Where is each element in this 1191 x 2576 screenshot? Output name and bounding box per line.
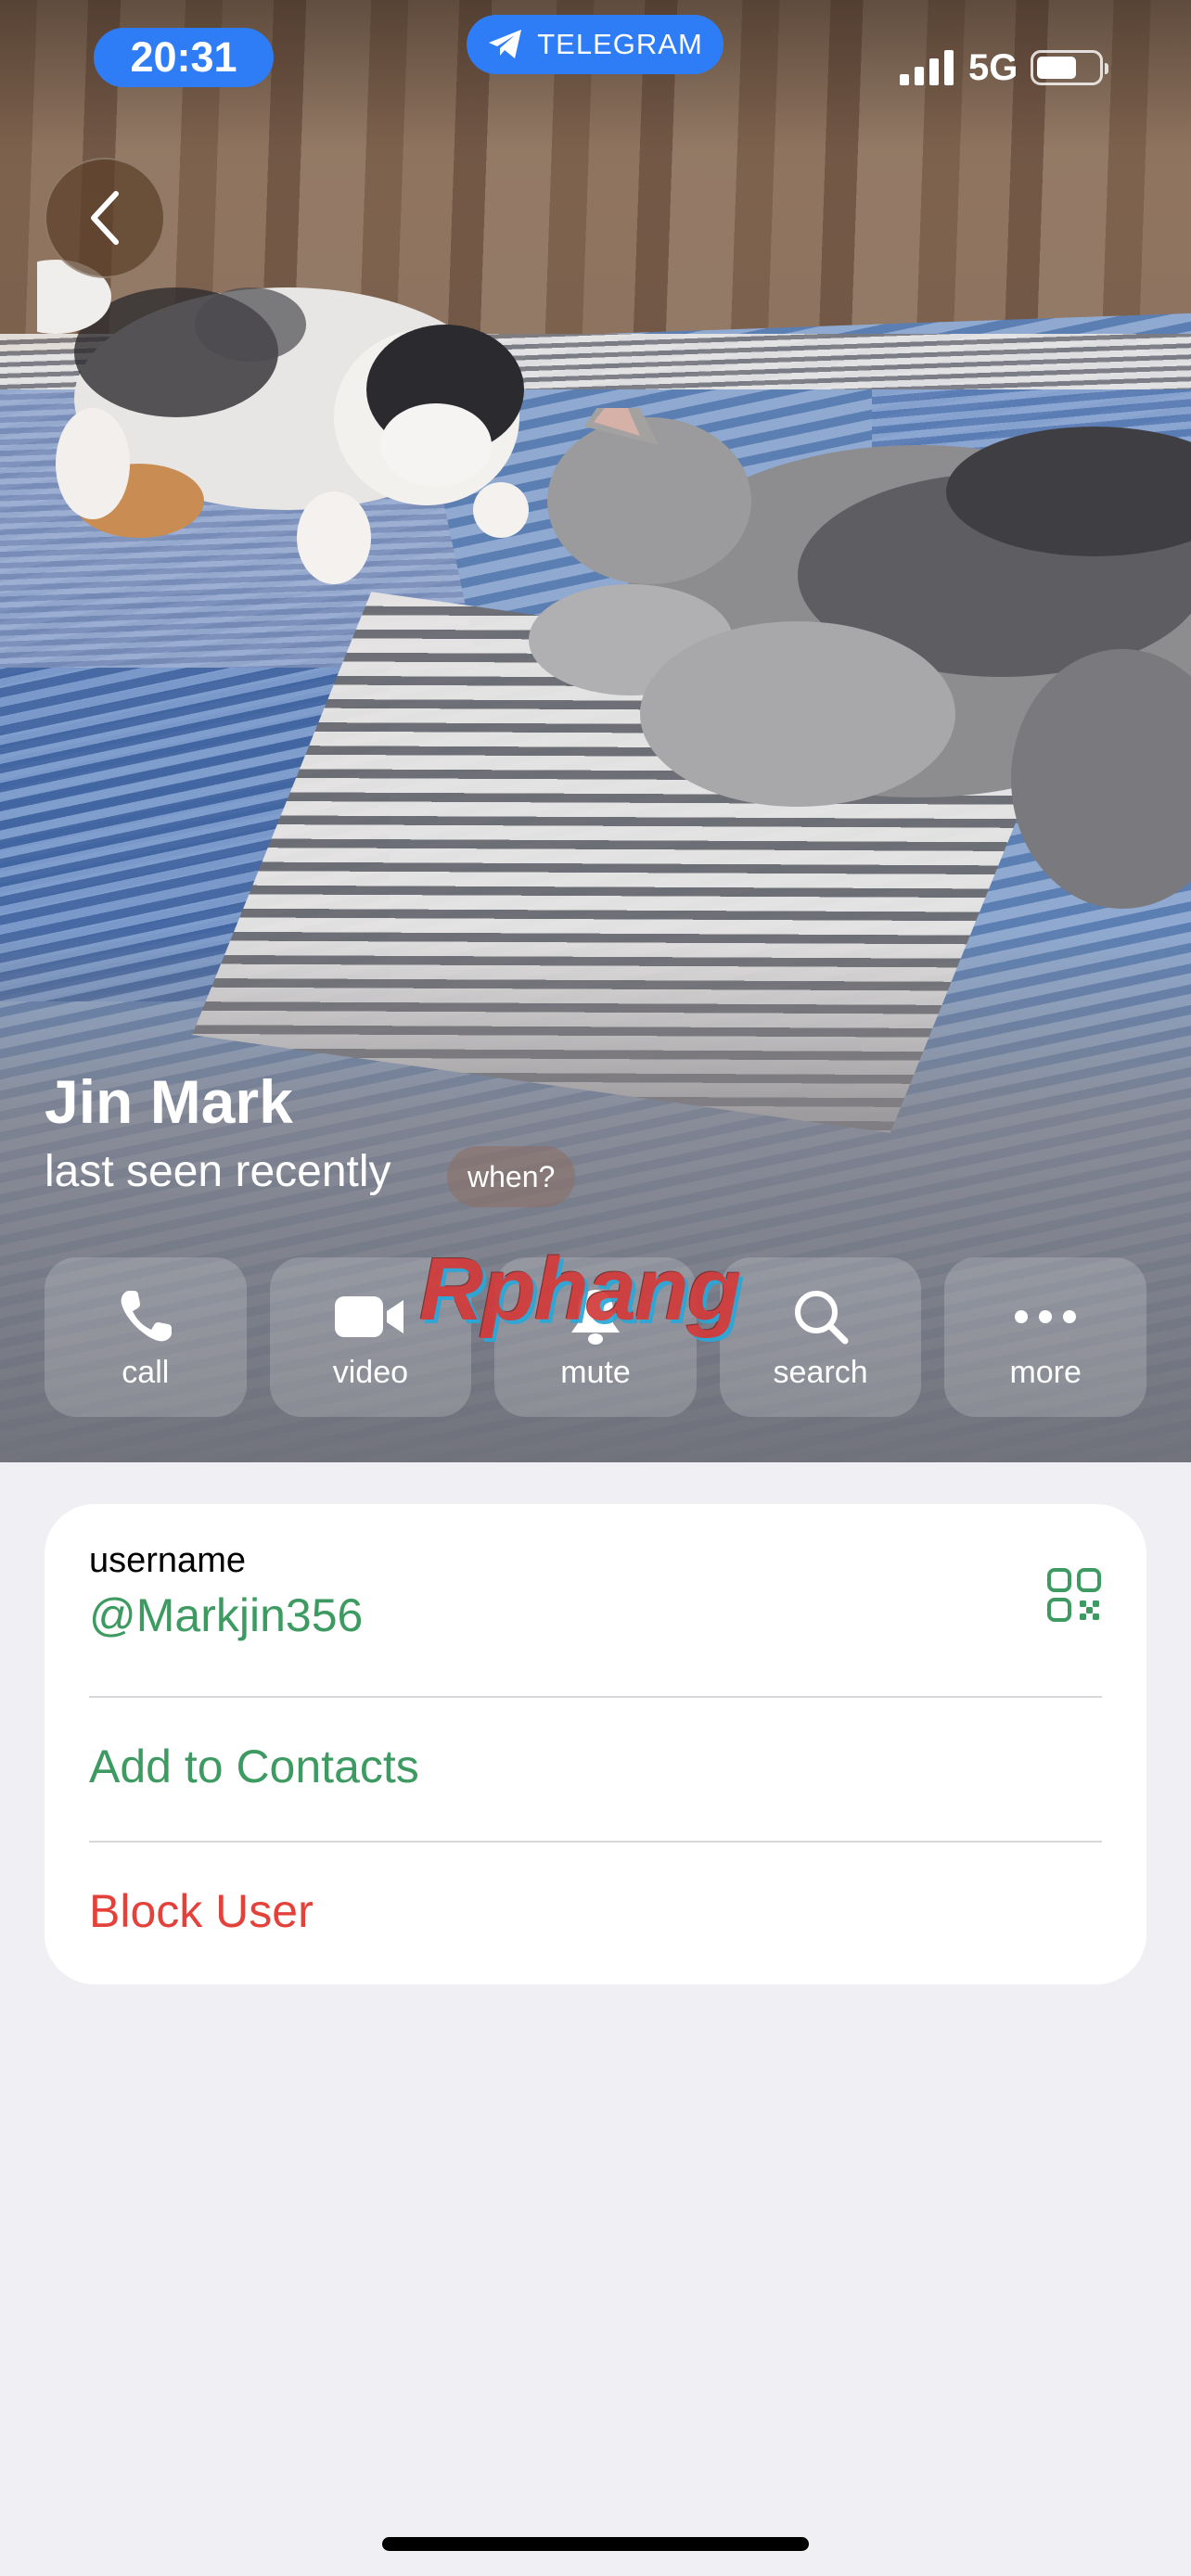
puppy-image [37,260,529,584]
system-indicators: 5G [900,43,1109,93]
status-bar: 20:31 TELEGRAM 5G [0,0,1191,121]
video-camera-icon [335,1295,404,1337]
info-card: username @Markjin356 Add to Contacts Blo… [45,1504,1146,1984]
telegram-pill[interactable]: TELEGRAM [467,15,724,74]
video-label: video [332,1354,409,1390]
last-seen-status: last seen recently [45,1147,391,1196]
home-indicator[interactable] [382,2537,809,2551]
search-button[interactable]: search [719,1257,922,1417]
telegram-pill-label: TELEGRAM [537,28,703,60]
more-button[interactable]: more [944,1257,1146,1417]
username-label: username [89,1541,246,1580]
mute-label: mute [560,1354,631,1390]
qr-code-icon[interactable] [1046,1567,1102,1623]
network-type: 5G [968,46,1018,88]
block-user-button[interactable]: Block User [89,1884,314,1938]
kitten-image [529,408,1191,909]
more-dots-icon [1015,1309,1077,1323]
search-icon [794,1290,849,1344]
profile-name: Jin Mark [45,1067,293,1136]
divider [89,1841,1102,1843]
username-value[interactable]: @Markjin356 [89,1588,1102,1642]
call-label: call [122,1354,170,1390]
telegram-plane-icon [489,30,522,58]
back-button[interactable] [45,158,165,278]
add-to-contacts-button[interactable]: Add to Contacts [89,1740,419,1793]
status-time: 20:31 [94,28,274,87]
search-label: search [773,1354,868,1390]
more-label: more [1009,1354,1082,1390]
phone-icon [121,1290,172,1341]
divider [89,1696,1102,1698]
call-button[interactable]: call [45,1257,247,1417]
when-button[interactable]: when? [447,1146,576,1207]
username-row[interactable]: username @Markjin356 [89,1541,1102,1658]
chevron-left-icon [91,191,119,245]
watermark: Rphang [419,1240,741,1339]
battery-icon [1031,50,1109,85]
signal-icon [900,50,954,85]
